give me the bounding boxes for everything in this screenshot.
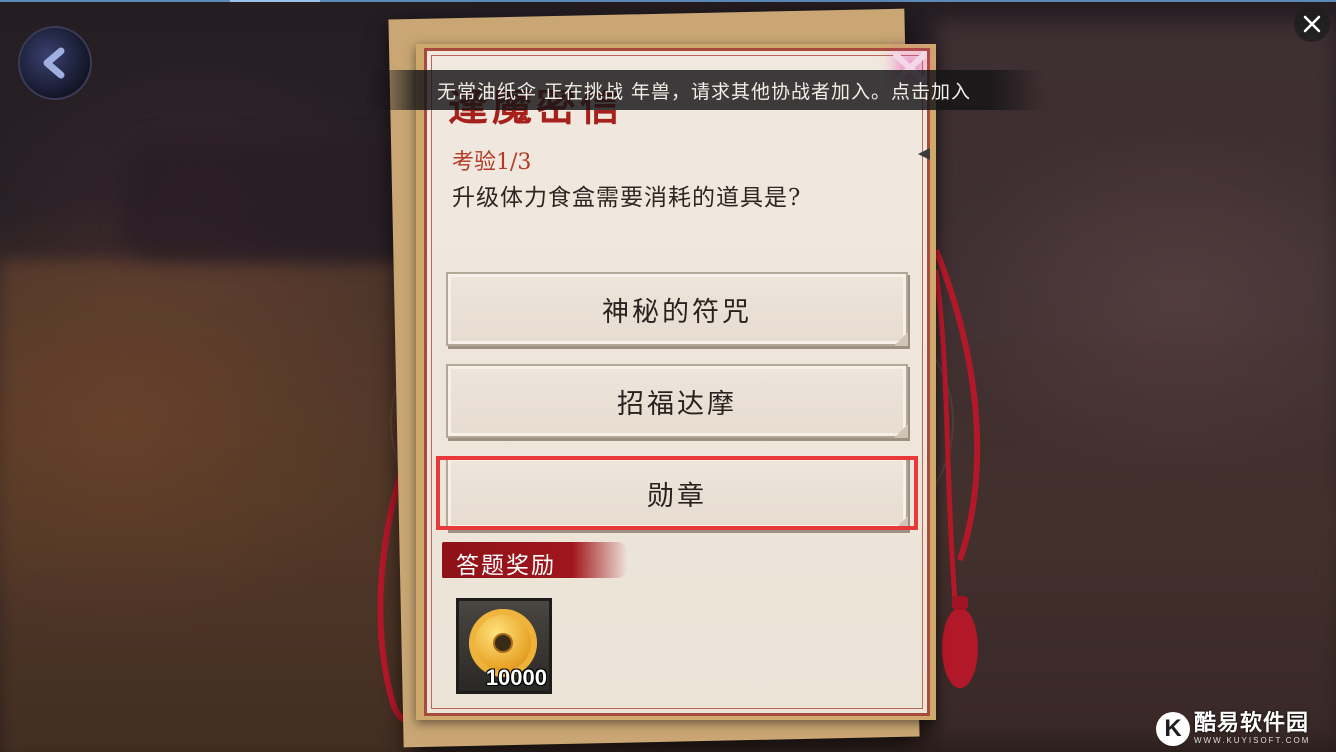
reward-item-coin[interactable]: 10000: [456, 598, 552, 694]
question-text: 升级体力食盒需要消耗的道具是?: [452, 185, 802, 211]
watermark-text: 酷易软件园: [1194, 711, 1310, 736]
card-side-notch: [918, 148, 930, 160]
watermark-logo: K: [1156, 712, 1190, 746]
site-watermark: K 酷易软件园 WWW.KUYISOFT.COM: [1156, 708, 1332, 750]
question-number: 考验1/3: [452, 150, 532, 175]
reward-count: 10000: [485, 665, 547, 690]
answer-option-3[interactable]: 勋章: [446, 456, 908, 530]
reward-label: 答题奖励: [456, 553, 556, 579]
back-arrow-icon: [43, 47, 65, 79]
window-top-border: [0, 0, 1336, 2]
answer-option-1[interactable]: 神秘的符咒: [446, 272, 908, 346]
answer-option-2[interactable]: 招福达摩: [446, 364, 908, 438]
close-icon: [1303, 15, 1321, 33]
watermark-url: WWW.KUYISOFT.COM: [1194, 736, 1311, 745]
reward-section-header: 答题奖励: [442, 542, 628, 579]
cooperation-notice-banner[interactable]: 无常油纸伞 正在挑战 年兽，请求其他协战者加入。点击加入: [364, 70, 1044, 110]
window-close-button[interactable]: [1294, 6, 1330, 42]
window-top-border-accent: [230, 0, 320, 2]
back-button[interactable]: [20, 28, 90, 98]
